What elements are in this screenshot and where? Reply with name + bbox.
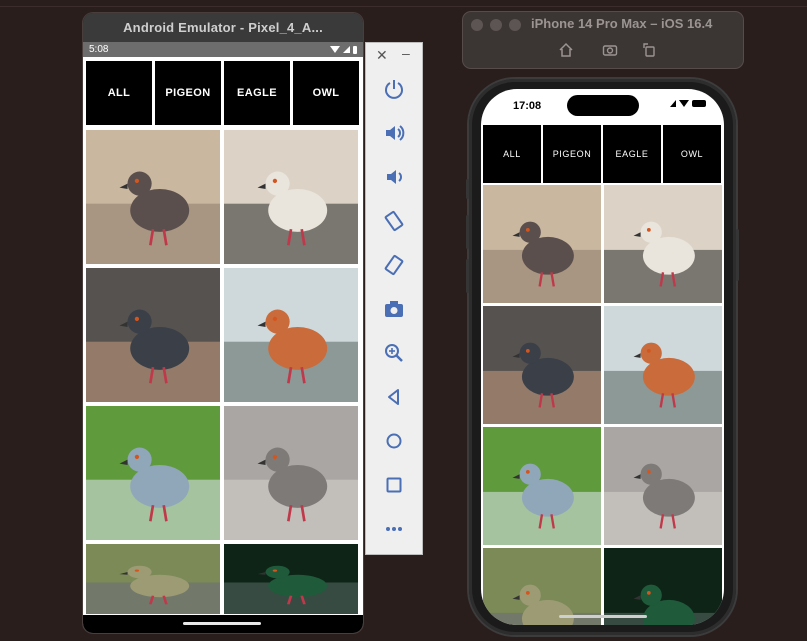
android-screen[interactable]: 5:08 ALL PIGEON EAGLE OWL <box>83 42 363 633</box>
pigeon-dark-photo[interactable] <box>224 544 358 614</box>
pigeon-blurred-photo[interactable] <box>86 544 220 614</box>
tab-all[interactable]: ALL <box>86 61 152 125</box>
home-icon[interactable] <box>557 41 575 59</box>
home-icon[interactable] <box>380 427 408 455</box>
pigeon-standing-photo[interactable] <box>604 185 722 303</box>
android-photo-grid <box>86 130 359 614</box>
pigeon-closeup-photo[interactable] <box>604 306 722 424</box>
tab-all[interactable]: ALL <box>483 125 541 183</box>
close-window-button[interactable] <box>471 19 483 31</box>
battery-icon <box>353 45 357 54</box>
android-home-indicator[interactable] <box>183 622 261 625</box>
wifi-icon <box>679 100 689 107</box>
pigeon-pavement-photo[interactable] <box>224 406 358 540</box>
pigeon-flock-photo[interactable] <box>86 130 220 264</box>
dynamic-island <box>567 95 639 116</box>
tab-owl[interactable]: OWL <box>293 61 359 125</box>
emulator-toolbar: ✕ – <box>365 42 423 555</box>
ios-simulator-title: iPhone 14 Pro Max – iOS 16.4 <box>531 16 713 31</box>
action-button[interactable] <box>466 179 469 199</box>
minimize-icon[interactable]: – <box>402 45 410 61</box>
tab-eagle[interactable]: EAGLE <box>603 125 661 183</box>
android-status-time: 5:08 <box>89 44 109 55</box>
minimize-window-button[interactable] <box>490 19 502 31</box>
android-emulator-window[interactable]: Android Emulator - Pixel_4_A... 5:08 ALL… <box>83 13 363 633</box>
ios-status-icons <box>670 100 706 107</box>
pigeon-blurred-photo[interactable] <box>483 548 601 625</box>
pigeon-flock-photo[interactable] <box>483 185 601 303</box>
pigeon-on-hand-photo[interactable] <box>86 268 220 402</box>
zoom-window-button[interactable] <box>509 19 521 31</box>
android-status-icons <box>330 45 357 54</box>
pigeon-green-bg-photo[interactable] <box>86 406 220 540</box>
ios-photo-grid <box>483 185 724 625</box>
rotate-right-icon[interactable] <box>380 251 408 279</box>
rotate-icon[interactable] <box>640 41 658 59</box>
ios-screen[interactable]: 17:08 ALL PIGEON EAGLE OWL <box>481 89 724 625</box>
more-icon[interactable] <box>380 515 408 543</box>
android-window-title: Android Emulator - Pixel_4_A... <box>83 13 363 42</box>
side-power-button[interactable] <box>736 229 739 281</box>
overview-icon[interactable] <box>380 471 408 499</box>
iphone-device-frame: 17:08 ALL PIGEON EAGLE OWL <box>466 79 739 635</box>
signal-icon <box>343 46 350 53</box>
close-icon[interactable]: ✕ <box>376 47 388 64</box>
desktop-menubar-line <box>0 6 807 7</box>
ios-home-indicator[interactable] <box>559 615 647 618</box>
pigeon-green-bg-photo[interactable] <box>483 427 601 545</box>
volume-down-icon[interactable] <box>380 163 408 191</box>
ios-simulator-titlebar[interactable]: iPhone 14 Pro Max – iOS 16.4 <box>463 12 743 68</box>
pigeon-closeup-photo[interactable] <box>224 268 358 402</box>
tab-pigeon[interactable]: PIGEON <box>543 125 601 183</box>
tab-pigeon[interactable]: PIGEON <box>155 61 221 125</box>
zoom-icon[interactable] <box>380 339 408 367</box>
ios-status-time: 17:08 <box>513 100 542 112</box>
screenshot-icon[interactable] <box>601 41 619 59</box>
volume-up-icon[interactable] <box>380 119 408 147</box>
rotate-left-icon[interactable] <box>380 207 408 235</box>
pigeon-on-hand-photo[interactable] <box>483 306 601 424</box>
ios-filter-tabs: ALL PIGEON EAGLE OWL <box>483 125 721 183</box>
android-navigation-bar <box>83 615 363 633</box>
volume-down-button[interactable] <box>466 259 469 293</box>
power-icon[interactable] <box>380 75 408 103</box>
wifi-icon <box>330 46 340 53</box>
pigeon-standing-photo[interactable] <box>224 130 358 264</box>
battery-icon <box>692 100 706 107</box>
camera-icon[interactable] <box>380 295 408 323</box>
pigeon-dark-photo[interactable] <box>604 548 722 625</box>
volume-up-button[interactable] <box>466 215 469 249</box>
pigeon-pavement-photo[interactable] <box>604 427 722 545</box>
tab-eagle[interactable]: EAGLE <box>224 61 290 125</box>
tab-owl[interactable]: OWL <box>663 125 721 183</box>
android-status-bar: 5:08 <box>83 42 363 57</box>
signal-icon <box>670 100 676 107</box>
android-filter-tabs: ALL PIGEON EAGLE OWL <box>86 61 359 125</box>
back-icon[interactable] <box>380 383 408 411</box>
